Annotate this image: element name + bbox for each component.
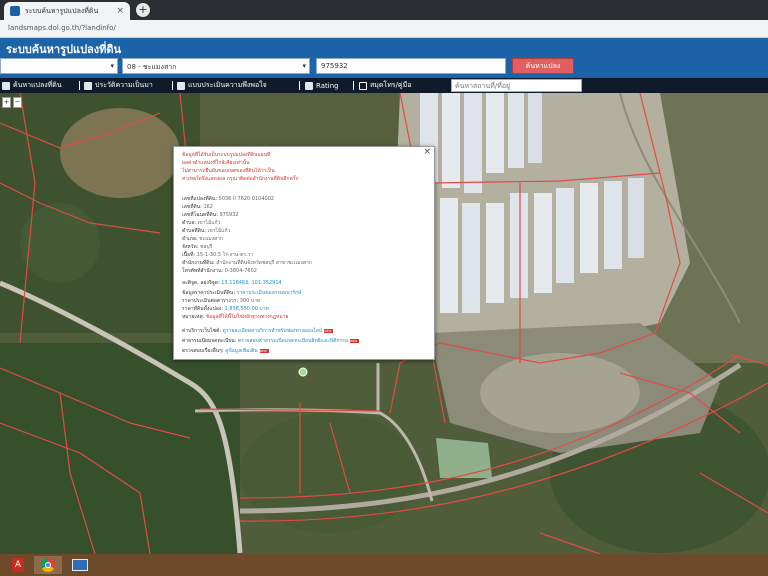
close-icon[interactable]: × [423,148,431,157]
toolbar-item-label: Rating [316,81,339,90]
detail-row: อำเภอ: ชะแมงสาก [182,236,224,242]
detail-row: เนื้อที่: 15-1-30.5 ไร่-งาน-ตร.วา [182,252,254,258]
detail-row: ราคาประเมินต่อตารางวา: 300 บาท [182,298,261,304]
detail-row: เลขที่ดิน: 162 [182,204,213,210]
warning-text: สาเหตุใดจึงแสดงผล กรุณาติดต่อสำนักงานที่… [182,176,299,182]
search-row: ▾ 08 - ชะแมงสาก ▾ 975932 ค้นหาแปลง [0,56,768,78]
tab-close-icon[interactable]: × [116,6,124,16]
toolbar-item-label: ค้นหาแปลงที่ดิน [13,81,62,89]
checkbox-icon [359,81,367,90]
toolbar-divider [172,81,173,90]
chrome-icon [41,558,55,572]
taskbar-window[interactable] [66,556,94,574]
address-bar[interactable]: landsmaps.dol.go.th/?landinfo/ [0,20,768,38]
toolbar-item-history[interactable]: ประวัติความเป็นมา [84,80,153,91]
url-text[interactable]: landsmaps.dol.go.th/?landinfo/ [8,24,116,32]
app-header: ระบบค้นหารูปแปลงที่ดิน [0,38,768,56]
toolbar-divider [299,81,300,90]
new-badge: NEW [259,348,269,353]
parcel-info-popup: × ข้อมูลที่ได้รับเป็นระบบรูปแปลงที่ดินแผ… [173,146,435,360]
detail-row: หมายเหตุ: ข้อมูลที่ได้นี้ไม่ใช่หลักฐานทา… [182,314,289,320]
history-icon [84,81,92,90]
toolbar-item-manual[interactable]: สมุดโทร/คู่มือ [359,80,411,91]
survey-icon [177,81,185,90]
warning-text: ผลค่าตำแหน่งที่ใกล้เคียงเท่านั้น [182,160,250,166]
warning-text: ไม่สามารถยืนยันขอบเขตของที่ดินได้ว่าเป็น [182,168,275,174]
detail-row: เลขที่โฉนดที่ดิน: 975932 [182,212,239,218]
site-favicon-icon [10,6,20,16]
more-info-link[interactable]: ดูข้อมูลเพิ่มเติม [225,348,258,354]
toolbar-divider [79,81,80,90]
new-badge: NEW [324,328,334,333]
detail-row: ข้อมูลราคาประเมินที่ดิน: ราคาประเมินของก… [182,290,302,296]
browser-tab[interactable]: ระบบค้นหารูปแปลงที่ดิน × [4,2,130,20]
chevron-down-icon: ▾ [302,62,306,70]
taskbar-pdf-reader[interactable]: A [4,556,32,574]
detail-row: จังหวัด: ชลบุรี [182,244,213,250]
tab-title: ระบบค้นหารูปแปลงที่ดิน [25,6,99,15]
detail-row: ละติจูด, ลองจิจูด: 13.118463, 101.352914 [182,280,282,286]
screen: ระบบค้นหารูปแปลงที่ดิน × + landsmaps.dol… [0,0,768,576]
search-button[interactable]: ค้นหาแปลง [512,58,574,74]
chevron-down-icon: ▾ [110,62,114,70]
window-icon [72,559,88,571]
province-select[interactable]: ▾ [0,58,118,74]
parcel-number-input[interactable]: 975932 [316,58,506,74]
toolbar-item-rating[interactable]: Rating [305,80,339,91]
pdf-reader-icon: A [12,558,24,572]
district-select-value: 08 - ชะแมงสาก [127,63,177,71]
os-taskbar: A [0,554,768,576]
detail-row: ราคาที่ดินทั้งแปลง: 1,838,550.00 บาท [182,306,269,312]
taskbar-chrome[interactable] [34,556,62,574]
detail-row: สำนักงานที่ดิน: สำนักงานที่ดินจังหวัดชลบ… [182,260,312,266]
search-icon [2,81,10,90]
parcel-number-value: 975932 [321,62,348,70]
star-icon [305,81,313,90]
registration-fee-link[interactable]: ตรวจสอบค่าธรรมเนียมจดทะเบียนสิทธิและนิติ… [238,338,348,344]
toolbar-item-label: สมุดโทร/คู่มือ [370,81,412,89]
toolbar-item-label: แบบประเมินความพึงพอใจ [188,81,267,89]
new-badge: NEW [350,338,360,343]
service-link-row: ค่าบริการเว็บไซต์: ดูรายละเอียดค่าบริการ… [182,328,334,334]
zoom-out-button[interactable]: − [13,97,22,108]
service-fee-link[interactable]: ดูรายละเอียดค่าบริการสำหรับช่องทางออนไลน… [223,328,323,334]
service-link-row: ตรวจสอบเรื่องอื่นๆ: ดูข้อมูลเพิ่มเติม NEW [182,348,269,354]
toolbar-item-survey[interactable]: แบบประเมินความพึงพอใจ [177,80,267,91]
new-tab-button[interactable]: + [136,3,150,17]
toolbar-divider [353,81,354,90]
warning-text: ข้อมูลที่ได้รับเป็นระบบรูปแปลงที่ดินแผนท… [182,152,271,158]
district-select[interactable]: 08 - ชะแมงสาก ▾ [122,58,310,74]
toolbar-item-label: ประวัติความเป็นมา [95,81,153,89]
detail-row: เลขที่แปลงที่ดิน: 5036 II 7620 0104002 [182,196,275,202]
service-link-row: ค่าธรรมเนียมจดทะเบียน: ตรวจสอบค่าธรรมเนี… [182,338,360,344]
detail-row: ตำบลที่ดิน: เขาไม้แก้ว [182,228,231,234]
detail-row: โทรศัพท์สำนักงาน: 0-3804-7602 [182,268,257,274]
zoom-in-button[interactable]: + [2,97,11,108]
detail-row: ตำบล: เขาไม้แก้ว [182,220,221,226]
map-search-input[interactable]: ค้นหาสถานที่/ที่อยู่ [451,79,582,92]
browser-tab-bar: ระบบค้นหารูปแปลงที่ดิน × + [0,0,768,20]
map-toolbar: ค้นหาแปลงที่ดิน ประวัติความเป็นมา แบบประ… [0,78,768,93]
toolbar-item-search-parcel[interactable]: ค้นหาแปลงที่ดิน [2,80,62,91]
